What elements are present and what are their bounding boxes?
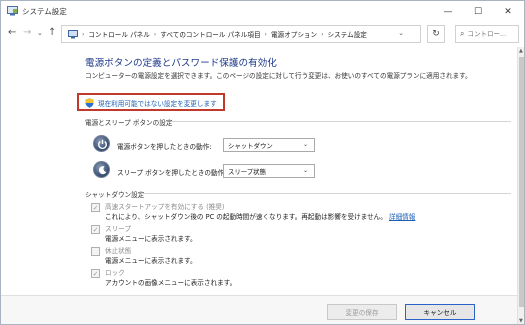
- fast-startup-desc: これにより、シャットダウン後の PC の起動時間が速くなります。再起動は影響を受…: [105, 212, 387, 221]
- recent-locations-icon[interactable]: ⌄: [37, 29, 43, 37]
- page-title: 電源ボタンの定義とパスワード保護の有効化: [85, 58, 277, 69]
- power-button-icon: [93, 135, 110, 152]
- fast-startup-title: 高速スタートアップを有効にする (推奨): [105, 203, 225, 211]
- hibernate-title: 休止状態: [105, 247, 132, 255]
- refresh-button[interactable]: ↻: [427, 25, 445, 43]
- lock-option: ✓ ロック アカウントの画像メニューに表示されます。: [91, 269, 236, 288]
- address-bar[interactable]: › コントロール パネル › すべてのコントロール パネル項目 › 電源オプショ…: [61, 25, 421, 43]
- main-content: 電源ボタンの定義とパスワード保護の有効化 コンピューターの電源設定を選択できます…: [1, 47, 517, 295]
- search-input[interactable]: [467, 30, 516, 38]
- more-info-link[interactable]: 詳細情報: [389, 213, 415, 221]
- fast-startup-checkbox[interactable]: ✓: [91, 203, 100, 212]
- fast-startup-desc-row: これにより、シャットダウン後の PC の起動時間が速くなります。再起動は影響を受…: [105, 213, 415, 223]
- change-unavailable-settings-link[interactable]: 現在利用可能ではない設定を変更します: [85, 98, 217, 108]
- search-icon: ⌕: [460, 29, 465, 38]
- section-divider: [171, 121, 511, 122]
- sleep-button-action-value: スリープ状態: [228, 167, 266, 176]
- address-row: ← → ⌄ ↑ › コントロール パネル › すべてのコントロール パネル項目 …: [1, 23, 524, 45]
- lock-checkbox[interactable]: ✓: [91, 269, 100, 278]
- change-link-label[interactable]: 現在利用可能ではない設定を変更します: [98, 98, 217, 108]
- power-section-heading: 電源とスリープ ボタンの設定: [85, 119, 173, 127]
- breadcrumb-separator: ›: [82, 30, 85, 38]
- forward-button[interactable]: →: [23, 27, 31, 38]
- breadcrumb-separator: ›: [153, 30, 157, 38]
- save-changes-button[interactable]: 変更の保存: [327, 304, 397, 320]
- sleep-button-icon: [93, 161, 110, 178]
- scroll-down-icon[interactable]: ▼: [519, 318, 523, 324]
- chevron-down-icon: ⌄: [302, 167, 308, 174]
- sleep-desc: 電源メニューに表示されます。: [105, 234, 197, 243]
- minimize-button[interactable]: —: [433, 1, 463, 22]
- page-description: コンピューターの電源設定を選択できます。このページの設定に対して行う変更は、お使…: [85, 72, 472, 80]
- maximize-button[interactable]: ☐: [463, 1, 493, 22]
- search-box[interactable]: ⌕: [455, 25, 519, 43]
- section-divider: [141, 193, 511, 194]
- shutdown-section-heading: シャットダウン設定: [85, 191, 145, 199]
- close-button[interactable]: ✕: [493, 1, 523, 22]
- uac-shield-icon: [85, 98, 94, 108]
- breadcrumb-control-panel[interactable]: コントロール パネル: [88, 29, 149, 39]
- fast-startup-option: ✓ 高速スタートアップを有効にする (推奨) これにより、シャットダウン後の P…: [91, 203, 415, 222]
- lock-title: ロック: [105, 269, 125, 277]
- sleep-option: ✓ スリープ 電源メニューに表示されます。: [91, 225, 197, 244]
- sleep-button-action-label: スリープ ボタンを押したときの動作:: [117, 169, 227, 177]
- hibernate-checkbox[interactable]: [91, 247, 100, 256]
- power-button-action-label: 電源ボタンを押したときの動作:: [117, 143, 212, 151]
- footer-bar: 変更の保存 キャンセル: [1, 295, 517, 324]
- window-title: システム設定: [22, 7, 67, 16]
- hibernate-option: 休止状態 電源メニューに表示されます。: [91, 247, 197, 266]
- breadcrumb-power-options[interactable]: 電源オプション: [271, 29, 317, 39]
- sleep-button-action-select[interactable]: スリープ状態 ⌄: [223, 164, 315, 178]
- power-button-action-value: シャットダウン: [228, 141, 273, 150]
- sleep-title: スリープ: [105, 225, 131, 233]
- system-settings-icon: [7, 6, 18, 16]
- breadcrumb-all-items[interactable]: すべてのコントロール パネル項目: [160, 29, 260, 39]
- scroll-thumb[interactable]: [519, 57, 524, 307]
- hibernate-desc: 電源メニューに表示されます。: [105, 256, 197, 265]
- breadcrumb-separator: ›: [264, 30, 267, 38]
- sleep-checkbox[interactable]: ✓: [91, 225, 100, 234]
- control-panel-icon: [68, 29, 78, 38]
- scroll-up-icon[interactable]: ▲: [519, 48, 523, 54]
- lock-desc: アカウントの画像メニューに表示されます。: [105, 278, 237, 287]
- cancel-button[interactable]: キャンセル: [405, 304, 475, 320]
- chevron-down-icon: ⌄: [302, 141, 308, 148]
- breadcrumb-separator: ›: [321, 30, 324, 38]
- address-dropdown-icon[interactable]: ⌄: [398, 29, 404, 37]
- back-button[interactable]: ←: [8, 27, 16, 38]
- up-button[interactable]: ↑: [48, 27, 56, 38]
- control-panel-window: システム設定 — ☐ ✕ ← → ⌄ ↑ › コントロール パネル › すべての…: [0, 0, 525, 325]
- title-bar: システム設定 — ☐ ✕: [1, 1, 524, 22]
- vertical-scrollbar[interactable]: ▲ ▼: [517, 47, 524, 324]
- breadcrumb-system-settings[interactable]: システム設定: [328, 29, 367, 39]
- power-button-action-select[interactable]: シャットダウン ⌄: [223, 138, 315, 152]
